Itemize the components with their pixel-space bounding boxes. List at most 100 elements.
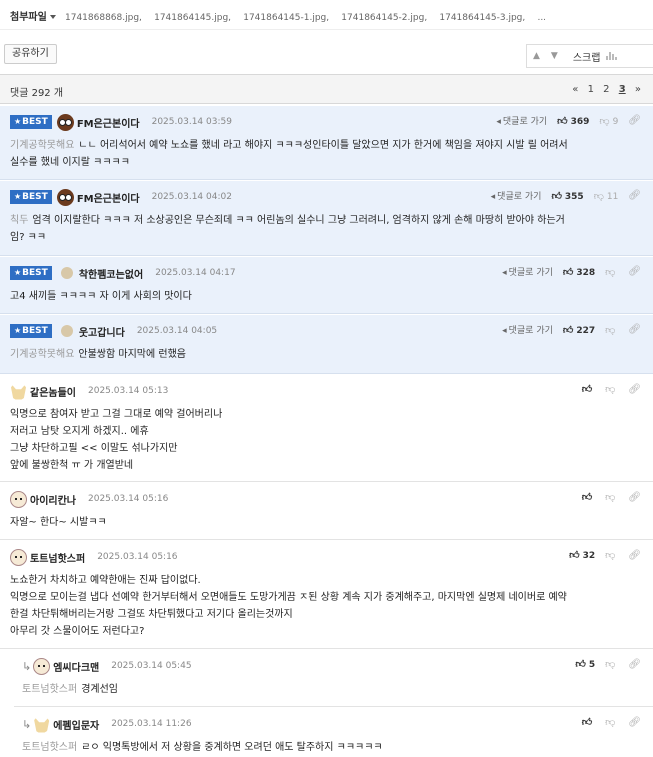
go-to-reply-label: 댓글로 가기	[502, 117, 548, 127]
comment-body: 토트넘핫스퍼 ㄹㅇ 익명톡방에서 저 상황을 중계하면 오려던 애도 탈주하지 ㅋ…	[22, 739, 641, 756]
page-prev-button[interactable]: «	[572, 84, 578, 95]
downvote-button[interactable]: 👎︎ 11	[594, 190, 619, 202]
comment-line: 기계공학못해요 ㄴㄴ 어리석어서 예약 노쇼를 했네 라고 해야지 ㅋㅋㅋ성인타이…	[10, 137, 641, 154]
link-icon[interactable]: 🔗︎	[628, 115, 641, 126]
link-icon[interactable]: 🔗︎	[628, 384, 641, 395]
upvote-button[interactable]: 👍︎ 328	[563, 266, 595, 278]
comment-header: 아이리칸나 2025.03.14 05:16	[10, 490, 168, 508]
page-link[interactable]: 2	[603, 84, 609, 95]
avatar[interactable]	[60, 325, 73, 337]
upvote-count: 5	[588, 660, 596, 670]
upvote-button[interactable]: 👍︎ 5	[575, 658, 595, 670]
comment-nickname[interactable]: FM은근본이다	[77, 115, 140, 130]
best-badge: ★BEST	[10, 324, 52, 338]
thumbs-down-icon: 👎︎	[605, 266, 616, 278]
avatar[interactable]	[56, 188, 74, 206]
attachments-label[interactable]: 첨부파일	[10, 12, 47, 23]
downvote-button[interactable]: 👎︎	[605, 658, 618, 670]
attachment-file[interactable]: 1741864145-1.jpg,	[243, 13, 329, 23]
reply-target-nickname[interactable]: 칙두	[10, 215, 28, 226]
avatar[interactable]	[56, 113, 74, 131]
link-icon[interactable]: 🔗︎	[628, 717, 641, 728]
go-to-reply-link[interactable]: ◂ 댓글로 가기	[502, 323, 553, 336]
upvote-button[interactable]: 👍︎ 227	[563, 324, 595, 336]
attachment-file[interactable]: 1741864145-2.jpg,	[341, 13, 427, 23]
share-button[interactable]: 공유하기	[4, 44, 57, 64]
comment-text: 노쇼한거 차치하고 예약한애는 진짜 답이없다.	[10, 575, 201, 586]
attachment-file[interactable]: 1741864145.jpg,	[154, 13, 231, 23]
comment-body: 기계공학못해요 ㄴㄴ 어리석어서 예약 노쇼를 했네 라고 해야지 ㅋㅋㅋ성인타이…	[10, 137, 641, 171]
downvote-button[interactable]: 👎︎	[605, 383, 618, 395]
upvote-button[interactable]: 👍︎ 32	[569, 549, 595, 561]
upvote-button[interactable]: 👍︎	[582, 491, 595, 503]
upvote-button[interactable]: 👍︎	[582, 383, 595, 395]
comment-text: 안불쌍함 마지막에 런했음	[78, 349, 186, 360]
link-icon[interactable]: 🔗︎	[628, 550, 641, 561]
comment-nickname[interactable]: 웃고갑니다	[79, 324, 125, 339]
send-icon: ◂	[496, 117, 501, 127]
comment-nickname[interactable]: 착한펨코는없어	[79, 266, 143, 281]
downvote-button[interactable]: 👎︎	[605, 266, 618, 278]
comment-nickname[interactable]: 같은놈들이	[30, 384, 76, 399]
attachment-file[interactable]: 1741868868.jpg,	[65, 13, 142, 23]
comment-line: 고4 새끼들 ㅋㅋㅋㅋ 자 이게 사회의 맛이다	[10, 288, 641, 305]
comment-nickname[interactable]: 엠씨다크맨	[53, 659, 99, 674]
reply-target-nickname[interactable]: 기계공학못해요	[10, 349, 74, 360]
link-icon[interactable]: 🔗︎	[628, 324, 641, 335]
comment-text: 엄격 이지랄한다 ㅋㅋㅋ 저 소상공인은 무슨죄데 ㅋㅋ 어린놈의 실수니 그냥…	[32, 215, 565, 226]
comment-line: 저러고 남탓 오지게 하겠지.. 에휴	[10, 423, 641, 440]
reply-target-nickname[interactable]: 토트넘핫스퍼	[22, 684, 77, 695]
arrow-up-icon[interactable]: ▲	[533, 51, 540, 61]
thumbs-up-icon: 👍︎	[557, 115, 568, 127]
send-icon: ◂	[502, 326, 507, 336]
page-next-button[interactable]: »	[635, 84, 641, 95]
thumbs-down-icon: 👎︎	[605, 492, 616, 503]
link-icon[interactable]: 🔗︎	[628, 266, 641, 277]
downvote-button[interactable]: 👎︎ 9	[599, 115, 618, 127]
downvote-button[interactable]: 👎︎	[605, 549, 618, 561]
stats-icon[interactable]	[606, 52, 618, 60]
comment-text: 저러고 남탓 오지게 하겠지.. 에휴	[10, 426, 149, 437]
reply-target-nickname[interactable]: 토트넘핫스퍼	[22, 742, 77, 753]
go-to-reply-link[interactable]: ◂ 댓글로 가기	[502, 265, 553, 278]
pagination: « 1 2 3 »	[566, 84, 641, 95]
comment: 아이리칸나 2025.03.14 05:16 👍︎ 👎︎ 🔗︎ 자알~ 한다~ 시발ㅋㅋ	[0, 483, 653, 540]
comment-nickname[interactable]: 토트넘핫스퍼	[30, 550, 85, 565]
comment-text: 앞에 불쌍한척 ㅠ 가 개열받네	[10, 460, 134, 471]
avatar[interactable]	[60, 267, 73, 279]
upvote-button[interactable]: 👍︎	[582, 716, 595, 728]
comment-text: 아무리 갓 스물이어도 저런다고?	[10, 626, 145, 637]
reply-target-nickname[interactable]: 기계공학못해요	[10, 140, 74, 151]
arrow-down-icon[interactable]: ▼	[551, 51, 558, 61]
link-icon[interactable]: 🔗︎	[628, 659, 641, 670]
page-link-current[interactable]: 3	[619, 84, 626, 95]
downvote-button[interactable]: 👎︎	[605, 491, 618, 503]
page-link[interactable]: 1	[588, 84, 594, 95]
link-icon[interactable]: 🔗︎	[628, 492, 641, 503]
best-comment: ★BEST 웃고갑니다 2025.03.14 04:05 ◂ 댓글로 가기 👍︎ 227 👎︎…	[0, 315, 653, 374]
attachment-file[interactable]: 1741864145-3.jpg,	[439, 13, 525, 23]
avatar[interactable]	[10, 548, 27, 566]
go-to-reply-link[interactable]: ◂ 댓글로 가기	[491, 189, 542, 202]
comment-nickname[interactable]: 아이리칸나	[30, 492, 76, 507]
comment-actions: ◂ 댓글로 가기 👍︎ 369 👎︎ 9 🔗︎	[496, 114, 641, 127]
avatar[interactable]	[10, 382, 27, 400]
caret-down-icon[interactable]	[49, 14, 56, 19]
avatar[interactable]	[33, 657, 51, 675]
scrap-button[interactable]: 스크랩	[573, 49, 601, 64]
upvote-count: 32	[582, 551, 596, 561]
comment-nickname[interactable]: 에펨입문자	[53, 717, 99, 732]
upvote-button[interactable]: 👍︎ 369	[557, 115, 589, 127]
upvote-count: 355	[564, 191, 584, 202]
downvote-button[interactable]: 👎︎	[605, 716, 618, 728]
avatar[interactable]	[10, 490, 27, 508]
comment-nickname[interactable]: FM은근본이다	[77, 190, 140, 205]
upvote-button[interactable]: 👍︎ 355	[551, 190, 583, 202]
link-icon[interactable]: 🔗︎	[628, 190, 641, 201]
star-icon: ★	[14, 326, 22, 335]
comment-header: ★BEST 착한펨코는없어 2025.03.14 04:17	[10, 265, 236, 281]
comment-text: 익명으로 모이는걸 냅다 선예약 한거부터해서 오면애들도 도망가게끔 ㅈ된 상…	[10, 592, 567, 603]
avatar[interactable]	[33, 715, 51, 733]
go-to-reply-link[interactable]: ◂ 댓글로 가기	[496, 114, 547, 127]
downvote-button[interactable]: 👎︎	[605, 324, 618, 336]
